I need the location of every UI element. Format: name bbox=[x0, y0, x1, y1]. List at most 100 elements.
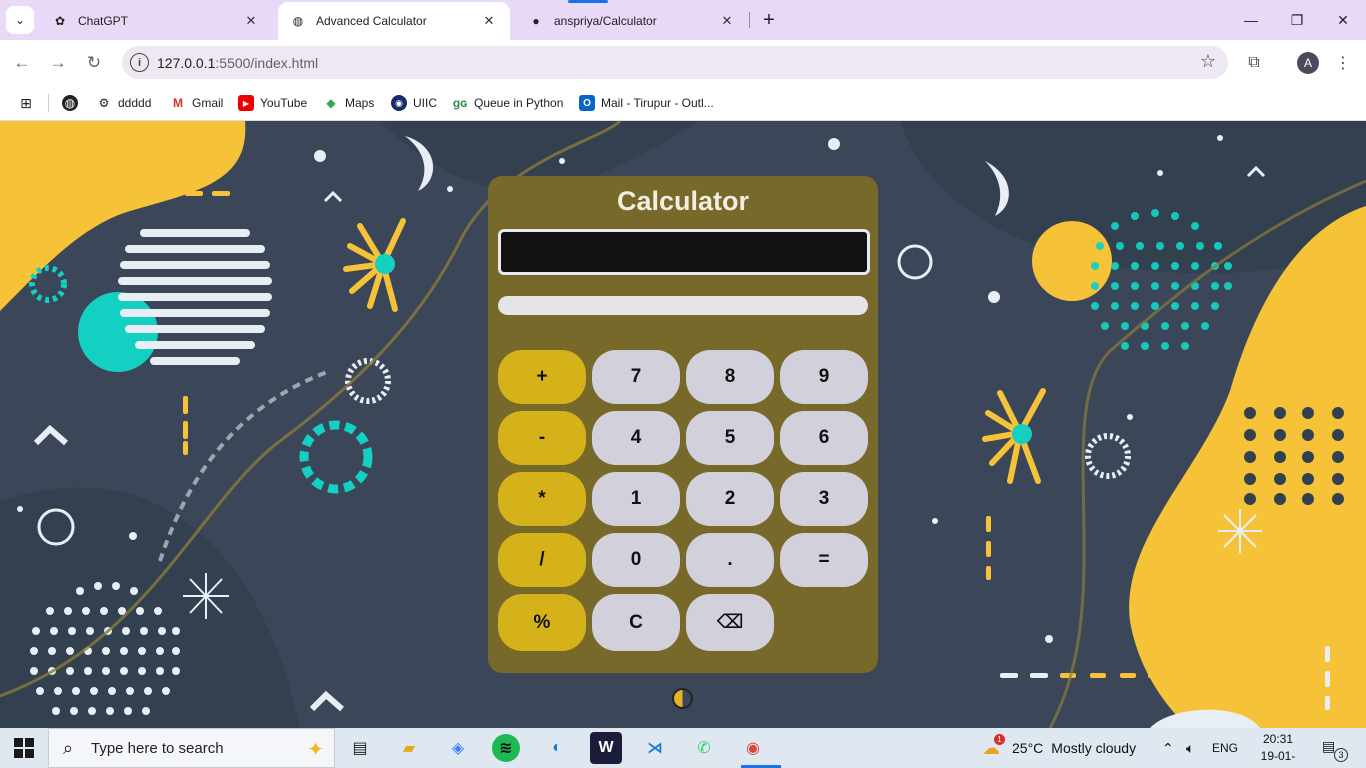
forward-arrow-icon[interactable]: → bbox=[43, 48, 73, 78]
edge-icon[interactable]: ◐ bbox=[541, 732, 573, 764]
apps-grid-icon[interactable]: ⊞ bbox=[18, 92, 40, 114]
browser-toolbar: ← → ↻ i 127.0.0.1:5500/index.html ☆ ⧉ ⋮ bbox=[0, 40, 1366, 86]
tab-title: Advanced Calculator bbox=[316, 14, 427, 28]
tab-title: anspriya/Calculator bbox=[554, 14, 657, 28]
back-arrow-icon[interactable]: ← bbox=[7, 48, 37, 78]
windows-taskbar: ⌕ Type here to search ✦ ▤ ▰ ◈ ≋ ◐ W ⋊ ✆ … bbox=[0, 728, 1366, 768]
globe-icon: ◍ bbox=[292, 14, 304, 28]
key-5[interactable]: 5 bbox=[686, 411, 774, 465]
key-divide[interactable]: / bbox=[498, 533, 586, 587]
outlook-icon: O bbox=[579, 95, 595, 111]
search-placeholder: Type here to search bbox=[91, 739, 224, 757]
whatsapp-icon[interactable]: ✆ bbox=[688, 732, 720, 764]
close-icon[interactable]: ✕ bbox=[480, 12, 498, 30]
key-plus[interactable]: + bbox=[498, 350, 586, 404]
calculator-history-bar bbox=[498, 296, 868, 315]
key-6[interactable]: 6 bbox=[780, 411, 868, 465]
maps-icon: ◆ bbox=[326, 96, 336, 110]
address-bar[interactable]: i 127.0.0.1:5500/index.html ☆ bbox=[122, 46, 1228, 79]
weather-temperature: 25°C bbox=[1012, 740, 1044, 756]
windows-start-icon[interactable] bbox=[14, 738, 34, 758]
hidden-icons-chevron-icon[interactable]: ⌃ bbox=[1162, 728, 1174, 768]
globe-icon: ◍ bbox=[62, 95, 78, 111]
close-icon[interactable]: ✕ bbox=[242, 12, 260, 30]
tab-github-calculator[interactable]: ● anspriya/Calculator ✕ bbox=[516, 2, 748, 40]
tab-advanced-calculator[interactable]: ◍ Advanced Calculator ✕ bbox=[278, 2, 510, 40]
menu-kebab-icon[interactable]: ⋮ bbox=[1330, 50, 1356, 76]
bookmark-outlook-mail[interactable]: O Mail - Tirupur - Outl... bbox=[579, 92, 714, 114]
calculator-display[interactable] bbox=[498, 229, 870, 275]
key-backspace-icon[interactable]: ⌫ bbox=[686, 594, 774, 651]
tab-separator bbox=[749, 12, 750, 28]
reload-icon[interactable]: ↻ bbox=[79, 48, 109, 78]
volume-icon[interactable]: 🔈︎ bbox=[1186, 728, 1194, 768]
gmail-icon: M bbox=[173, 96, 183, 110]
github-icon: ● bbox=[532, 14, 540, 28]
notification-count-badge: 3 bbox=[1334, 748, 1348, 762]
bookmarks-bar: ⊞ ◍ ⚙ ddddd M Gmail ▶ YouTube ◆ Maps ◉ UIIC ɡ… bbox=[0, 86, 1366, 121]
key-3[interactable]: 3 bbox=[780, 472, 868, 526]
close-window-button[interactable]: ✕ bbox=[1320, 0, 1366, 40]
key-equals[interactable]: = bbox=[780, 533, 868, 587]
minimize-button[interactable]: — bbox=[1228, 0, 1274, 40]
tab-search-chevron-icon[interactable]: ⌄ bbox=[6, 6, 34, 34]
bookmark-youtube[interactable]: ▶ YouTube bbox=[238, 92, 307, 114]
bookmark-divider bbox=[48, 94, 49, 112]
key-2[interactable]: 2 bbox=[686, 472, 774, 526]
bookmark-maps[interactable]: ◆ Maps bbox=[323, 92, 374, 114]
new-tab-button[interactable]: + bbox=[757, 8, 781, 32]
key-7[interactable]: 7 bbox=[592, 350, 680, 404]
tab-chatgpt[interactable]: ✿ ChatGPT ✕ bbox=[40, 2, 272, 40]
vscode-icon[interactable]: ⋊ bbox=[639, 732, 671, 764]
gear-icon: ⚙ bbox=[98, 96, 110, 110]
tab-strip: ⌄ ✿ ChatGPT ✕ ◍ Advanced Calculator ✕ ● … bbox=[0, 0, 1366, 40]
key-minus[interactable]: - bbox=[498, 411, 586, 465]
copilot-icon[interactable]: ◈ bbox=[442, 732, 474, 764]
restore-button[interactable]: ❐ bbox=[1274, 0, 1320, 40]
weather-widget[interactable]: ☁ 1 25°C Mostly cloudy bbox=[982, 728, 1136, 768]
calculator-panel: Calculator + 7 8 9 - 4 5 6 * 1 2 3 / 0 .… bbox=[488, 176, 878, 673]
bookmark-ddddd[interactable]: ⚙ ddddd bbox=[96, 92, 152, 114]
uiic-icon: ◉ bbox=[391, 95, 407, 111]
clock-time: 20:31 bbox=[1262, 732, 1294, 746]
extensions-icon[interactable]: ⧉ bbox=[1241, 50, 1267, 76]
key-decimal[interactable]: . bbox=[686, 533, 774, 587]
webstorm-icon[interactable]: W bbox=[590, 732, 622, 764]
chrome-icon[interactable]: ◉ bbox=[737, 732, 781, 768]
bookmark-star-icon[interactable]: ☆ bbox=[1200, 51, 1216, 72]
url-text[interactable]: 127.0.0.1:5500/index.html bbox=[157, 55, 318, 71]
clock-date: 19-01-2025 bbox=[1260, 749, 1296, 768]
tab-title: ChatGPT bbox=[78, 14, 129, 28]
key-multiply[interactable]: * bbox=[498, 472, 586, 526]
bookmark-uiic[interactable]: ◉ UIIC bbox=[391, 92, 437, 114]
key-1[interactable]: 1 bbox=[592, 472, 680, 526]
spotify-icon[interactable]: ≋ bbox=[492, 734, 520, 762]
system-clock[interactable]: 20:31 19-01-2025 bbox=[1253, 731, 1303, 768]
search-icon: ⌕ bbox=[63, 737, 74, 758]
copilot-sparkle-icon[interactable]: ✦ bbox=[307, 737, 324, 762]
weather-description: Mostly cloudy bbox=[1051, 740, 1137, 756]
youtube-icon: ▶ bbox=[238, 95, 254, 111]
key-0[interactable]: 0 bbox=[592, 533, 680, 587]
bookmark-queue-in-python[interactable]: ɡɢ Queue in Python bbox=[452, 92, 564, 114]
bookmark-gmail[interactable]: M Gmail bbox=[170, 92, 223, 114]
gfg-icon: ɡɢ bbox=[452, 96, 468, 110]
calculator-title: Calculator bbox=[616, 186, 750, 216]
key-clear[interactable]: C bbox=[592, 594, 680, 651]
profile-avatar[interactable]: A bbox=[1297, 52, 1319, 74]
page-background: Calculator + 7 8 9 - 4 5 6 * 1 2 3 / 0 .… bbox=[0, 121, 1366, 728]
key-4[interactable]: 4 bbox=[592, 411, 680, 465]
close-icon[interactable]: ✕ bbox=[718, 12, 736, 30]
chatgpt-icon: ✿ bbox=[54, 14, 66, 28]
site-info-icon[interactable]: i bbox=[130, 53, 149, 72]
theme-toggle-icon[interactable] bbox=[672, 688, 693, 709]
bookmark-globe[interactable]: ◍ bbox=[62, 92, 84, 114]
notification-center-icon[interactable]: ▤ 3 bbox=[1322, 738, 1348, 762]
task-view-icon[interactable]: ▤ bbox=[344, 732, 376, 764]
language-indicator[interactable]: ENG bbox=[1212, 728, 1238, 768]
file-explorer-icon[interactable]: ▰ bbox=[393, 732, 425, 764]
key-9[interactable]: 9 bbox=[780, 350, 868, 404]
taskbar-search-box[interactable]: ⌕ Type here to search ✦ bbox=[48, 728, 335, 768]
key-percent[interactable]: % bbox=[498, 594, 586, 651]
key-8[interactable]: 8 bbox=[686, 350, 774, 404]
